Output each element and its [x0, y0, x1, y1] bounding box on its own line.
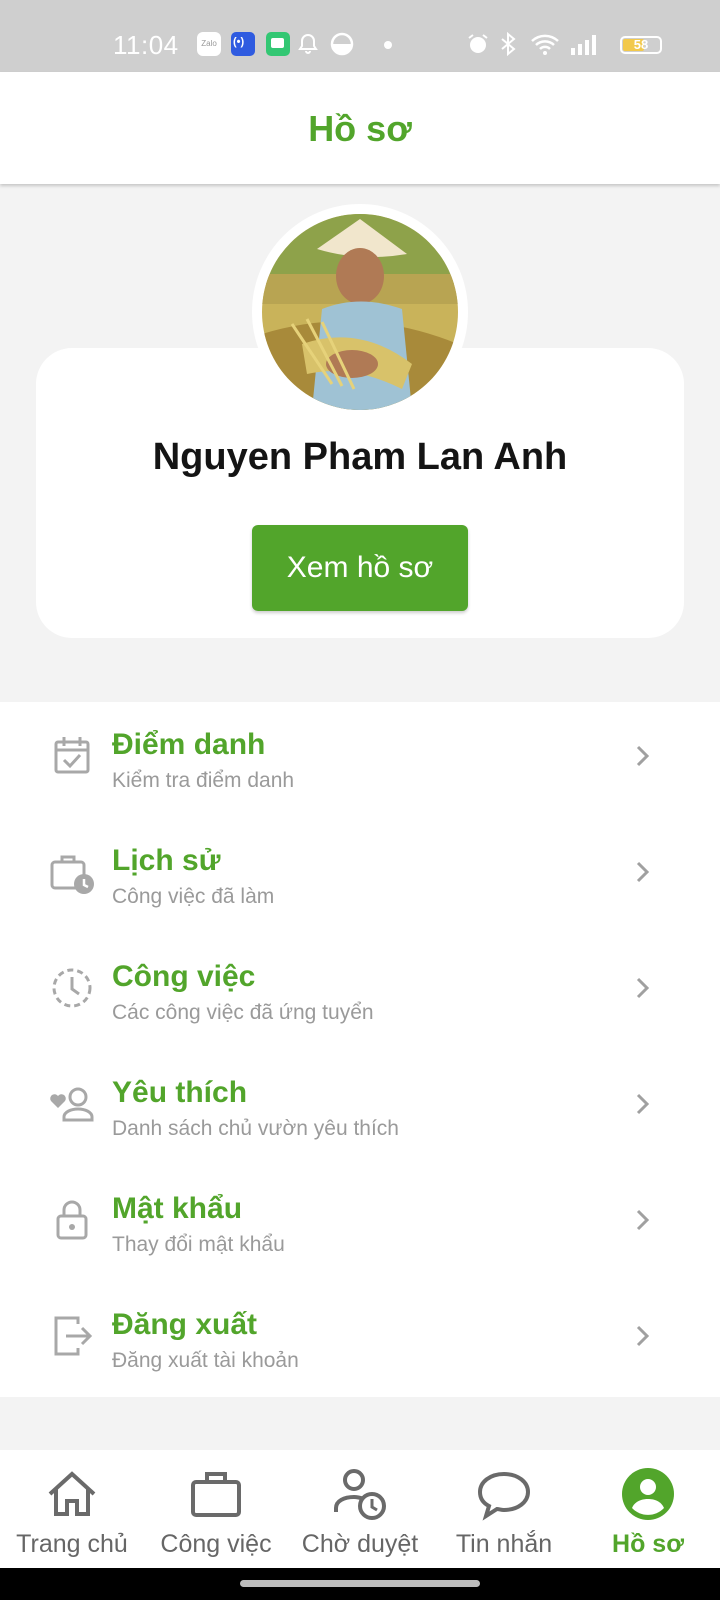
nav-label: Công việc: [160, 1530, 272, 1558]
menu-item-subtitle: Đăng xuất tài khoản: [112, 1349, 299, 1372]
view-profile-button[interactable]: Xem hồ sơ: [252, 525, 468, 611]
nav-label: Chờ duyệt: [301, 1530, 419, 1558]
profile-menu: Điểm danh Kiểm tra điểm danh Lịch sử Côn…: [0, 702, 720, 1397]
profile-photo: [262, 214, 458, 410]
menu-item-title: Lịch sử: [112, 844, 221, 877]
menu-item-title: Đăng xuất: [112, 1308, 258, 1341]
briefcase-icon: [191, 1472, 241, 1517]
menu-item-subtitle: Công việc đã làm: [112, 885, 275, 908]
menu-item-title: Điểm danh: [112, 728, 266, 761]
battery-level: 58: [633, 37, 649, 52]
briefcase-clock-icon: [50, 855, 94, 894]
menu-item-logout[interactable]: Đăng xuất Đăng xuất tài khoản: [0, 1282, 720, 1398]
home-indicator[interactable]: [240, 1580, 480, 1587]
nav-item-home[interactable]: Trang chủ: [0, 1450, 144, 1568]
avatar[interactable]: [252, 204, 468, 420]
menu-item-attendance[interactable]: Điểm danh Kiểm tra điểm danh: [0, 702, 720, 818]
wifi-icon: [531, 34, 559, 55]
home-icon: [48, 1471, 96, 1516]
signal-icon: [571, 35, 596, 55]
radio-icon: [231, 32, 255, 56]
menu-item-subtitle: Kiểm tra điểm danh: [112, 769, 295, 792]
clock-dashed-icon: [52, 968, 92, 1008]
chevron-right-icon: [636, 1093, 650, 1115]
logout-icon: [54, 1316, 93, 1356]
account-circle-icon: [622, 1468, 674, 1520]
user-clock-icon: [334, 1469, 386, 1520]
menu-item-favorites[interactable]: Yêu thích Danh sách chủ vườn yêu thích: [0, 1050, 720, 1166]
heart-user-icon: [50, 1087, 94, 1122]
nav-item-profile[interactable]: Hồ sơ: [576, 1450, 720, 1568]
menu-item-jobs[interactable]: Công việc Các công việc đã ứng tuyển: [0, 934, 720, 1050]
nav-item-jobs[interactable]: Công việc: [144, 1450, 288, 1568]
chat-bubble-icon: [477, 1471, 531, 1521]
chevron-right-icon: [636, 1209, 650, 1231]
chevron-right-icon: [636, 1325, 650, 1347]
calendar-check-icon: [54, 737, 90, 774]
menu-item-subtitle: Danh sách chủ vườn yêu thích: [112, 1117, 399, 1140]
status-bar: 11:04 Zalo 58: [0, 0, 720, 72]
gesture-bar: [0, 1568, 720, 1600]
menu-item-history[interactable]: Lịch sử Công việc đã làm: [0, 818, 720, 934]
bottom-navigation: Trang chủ Công việc Chờ duyệt Tin nhắn H…: [0, 1450, 720, 1568]
bell-icon: [298, 33, 318, 54]
lock-icon: [56, 1200, 88, 1240]
nav-label: Tin nhắn: [455, 1530, 553, 1558]
menu-item-title: Mật khẩu: [112, 1192, 243, 1225]
zalo-icon: Zalo: [197, 32, 221, 56]
menu-item-subtitle: Các công việc đã ứng tuyển: [112, 1001, 374, 1024]
menu-item-title: Yêu thích: [112, 1076, 248, 1109]
notification-dot: [384, 41, 392, 49]
nav-item-messages[interactable]: Tin nhắn: [432, 1450, 576, 1568]
nav-label: Trang chủ: [16, 1530, 128, 1558]
bluetooth-icon: [501, 32, 516, 56]
menu-item-password[interactable]: Mật khẩu Thay đổi mật khẩu: [0, 1166, 720, 1282]
chat-icon: [266, 32, 290, 56]
nav-item-pending[interactable]: Chờ duyệt: [288, 1450, 432, 1568]
profile-name: Nguyen Pham Lan Anh: [152, 436, 568, 478]
alarm-icon: [468, 34, 488, 53]
battery-icon: 58: [620, 36, 662, 54]
menu-item-subtitle: Thay đổi mật khẩu: [112, 1233, 285, 1256]
app-bar: Hồ sơ: [0, 72, 720, 184]
page-title: Hồ sơ: [308, 108, 412, 149]
nav-label: Hồ sơ: [612, 1530, 684, 1558]
status-time: 11:04: [113, 30, 179, 60]
chevron-right-icon: [636, 745, 650, 767]
chevron-right-icon: [636, 977, 650, 999]
menu-item-title: Công việc: [112, 960, 256, 993]
chevron-right-icon: [636, 861, 650, 883]
half-moon-icon: [330, 32, 354, 56]
